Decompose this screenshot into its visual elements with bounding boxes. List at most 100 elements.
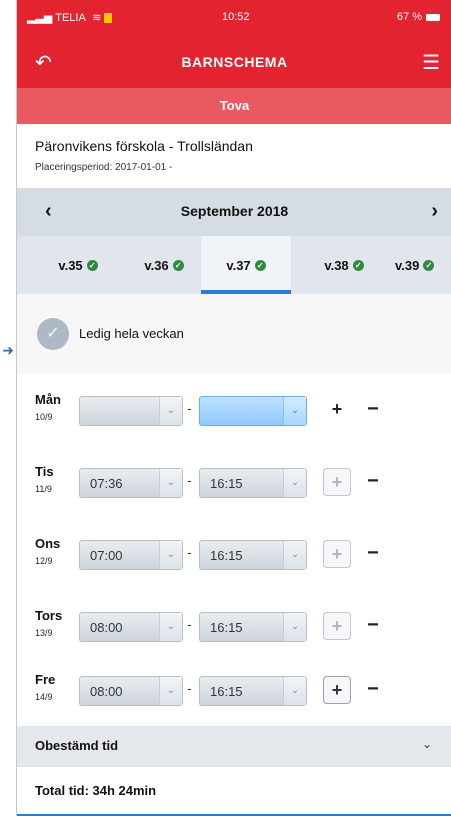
remove-time-button[interactable]: − (361, 468, 385, 496)
day-name: Tis (35, 464, 54, 479)
chevron-down-icon: ⌄ (159, 677, 182, 705)
carrier-info: ▂▃▅ TELIA ≋ (27, 11, 112, 24)
check-icon: ✓ (172, 259, 184, 271)
week-label: v.35 (58, 257, 83, 273)
start-time-value: 08:00 (90, 684, 123, 699)
hamburger-menu-icon[interactable]: ☰ (422, 50, 440, 75)
chevron-down-icon: ⌄ (283, 613, 306, 641)
end-time-select[interactable]: 16:15 ⌄ (199, 612, 307, 642)
chevron-down-icon: ⌄ (283, 541, 306, 569)
start-time-value: 07:00 (90, 548, 123, 563)
day-name: Mån (35, 392, 61, 407)
battery-label: 67 % (396, 11, 422, 23)
remove-time-button[interactable]: − (361, 612, 385, 640)
week-label: v.39 (395, 257, 420, 273)
end-time-select[interactable]: ⌄ (199, 396, 307, 426)
total-time-label: Total tid: 34h 24min (35, 783, 157, 798)
signal-icon: ▂▃▅ (27, 12, 53, 24)
checkmark-circle-icon[interactable]: ✓ (37, 318, 69, 350)
check-icon: ✓ (86, 259, 98, 271)
end-time-value: 16:15 (210, 548, 243, 563)
start-time-select[interactable]: 07:00 ⌄ (79, 540, 183, 570)
remove-time-button[interactable]: − (361, 540, 385, 568)
day-date: 13/9 (35, 628, 53, 638)
chevron-down-icon: ⌄ (159, 397, 182, 425)
chevron-down-icon: ⌄ (283, 469, 306, 497)
undecided-time-section[interactable]: Obestämd tid ⌄ (17, 726, 451, 766)
add-time-button[interactable]: + (323, 468, 351, 496)
week-label: v.37 (226, 257, 251, 273)
end-time-value: 16:15 (210, 476, 243, 491)
start-time-select[interactable]: 07:36 ⌄ (79, 468, 183, 498)
day-row-wed: Ons 12/9 07:00 ⌄ - 16:15 ⌄ + − (17, 518, 451, 591)
tab-week-35[interactable]: v.35 ✓ (47, 236, 109, 294)
page-title: BARNSCHEMA (181, 54, 288, 70)
end-time-select[interactable]: 16:15 ⌄ (199, 676, 307, 706)
day-row-mon: Mån 10/9 ⌄ - ⌄ + − (17, 374, 451, 447)
external-arrow-icon: ➜ (2, 342, 14, 358)
end-time-select[interactable]: 16:15 ⌄ (199, 468, 307, 498)
end-time-value: 16:15 (210, 620, 243, 635)
status-bar: ▂▃▅ TELIA ≋ 10:52 67 % (17, 0, 451, 36)
time-separator: - (187, 544, 192, 560)
day-name: Tors (35, 608, 63, 623)
app-frame: ▂▃▅ TELIA ≋ 10:52 67 % ↶ BARNSCHEMA ☰ To… (16, 0, 451, 816)
day-row-fri: Fre 14/9 08:00 ⌄ - 16:15 ⌄ + − (17, 654, 451, 727)
placement-period: Placeringsperiod: 2017-01-01 - (35, 162, 173, 173)
add-time-button[interactable]: + (323, 540, 351, 568)
free-week-toggle[interactable]: ✓ Ledig hela veckan (17, 294, 451, 374)
tab-week-38[interactable]: v.38 ✓ (309, 236, 379, 294)
add-time-button[interactable]: + (323, 396, 351, 424)
start-time-select[interactable]: ⌄ (79, 396, 183, 426)
week-label: v.38 (324, 257, 349, 273)
end-time-select[interactable]: 16:15 ⌄ (199, 540, 307, 570)
chevron-down-icon: ⌄ (421, 737, 432, 751)
child-name: Tova (17, 88, 451, 124)
remove-time-button[interactable]: − (361, 676, 385, 704)
chevron-down-icon: ⌄ (159, 541, 182, 569)
carrier-label: TELIA (55, 12, 86, 24)
next-month-icon[interactable]: › (431, 200, 438, 223)
check-icon: ✓ (352, 259, 364, 271)
time-separator: - (187, 472, 192, 488)
chevron-down-icon: ⌄ (283, 397, 306, 425)
tab-week-37[interactable]: v.37 ✓ (201, 236, 291, 294)
day-date: 11/9 (35, 484, 52, 494)
check-icon: ✓ (254, 259, 266, 271)
day-date: 10/9 (35, 412, 53, 422)
undecided-time-label: Obestämd tid (35, 738, 119, 753)
day-row-thu: Tors 13/9 08:00 ⌄ - 16:15 ⌄ + − (17, 590, 451, 663)
week-tabs: v.35 ✓ v.36 ✓ v.37 ✓ v.38 ✓ v.39 ✓ (17, 236, 451, 294)
wifi-icon: ≋ (92, 12, 102, 24)
time-separator: - (187, 400, 192, 416)
remove-time-button[interactable]: − (361, 396, 385, 424)
day-row-tue: Tis 11/9 07:36 ⌄ - 16:15 ⌄ + − (17, 446, 451, 519)
battery-indicator: 67 % (397, 11, 440, 23)
chevron-down-icon: ⌄ (159, 469, 182, 497)
check-icon: ✓ (423, 259, 435, 271)
battery-icon (426, 13, 440, 21)
nav-bar: ↶ BARNSCHEMA ☰ (17, 36, 451, 88)
time-separator: - (187, 616, 192, 632)
start-time-value: 07:36 (90, 476, 123, 491)
start-time-value: 08:00 (90, 620, 123, 635)
school-name: Päronvikens förskola - Trollsländan (35, 138, 253, 154)
tab-week-39[interactable]: v.39 ✓ (395, 236, 451, 294)
start-time-select[interactable]: 08:00 ⌄ (79, 676, 183, 706)
add-time-button[interactable]: + (323, 676, 351, 704)
beta-badge-icon (103, 13, 112, 24)
chevron-down-icon: ⌄ (159, 613, 182, 641)
tab-week-36[interactable]: v.36 ✓ (129, 236, 199, 294)
time-separator: - (187, 680, 192, 696)
month-navigator: ‹ September 2018 › (17, 188, 451, 236)
placement-info: Päronvikens förskola - Trollsländan Plac… (17, 124, 451, 188)
week-label: v.36 (144, 257, 169, 273)
day-date: 14/9 (35, 692, 53, 702)
start-time-select[interactable]: 08:00 ⌄ (79, 612, 183, 642)
add-time-button[interactable]: + (323, 612, 351, 640)
free-week-label: Ledig hela veckan (79, 326, 184, 341)
chevron-down-icon: ⌄ (283, 677, 306, 705)
total-time-footer: Total tid: 34h 24min (17, 766, 451, 816)
day-name: Ons (35, 536, 61, 551)
end-time-value: 16:15 (210, 684, 243, 699)
